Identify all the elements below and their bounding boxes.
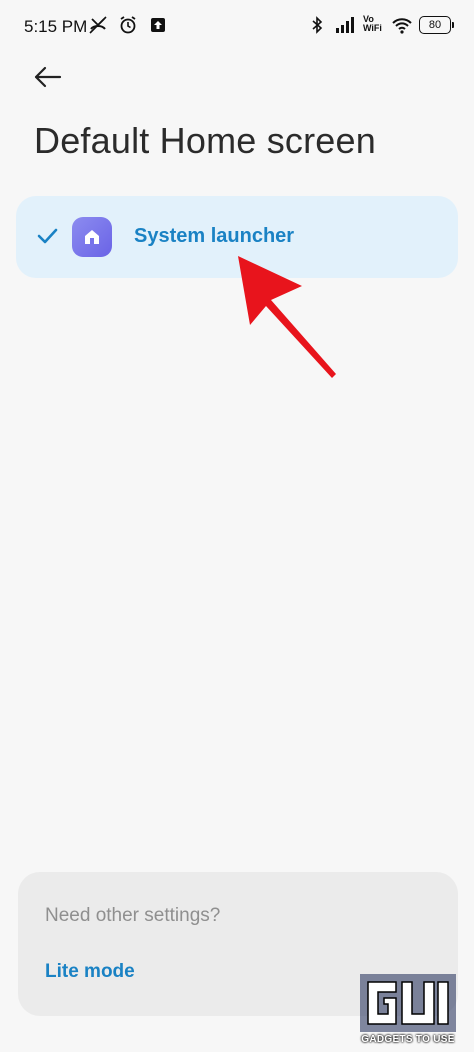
alarm-icon bbox=[118, 15, 138, 35]
status-time: 5:15 PM bbox=[24, 17, 88, 36]
watermark-caption: GADGETS TO USE bbox=[361, 1034, 455, 1045]
gu-logo-icon bbox=[360, 974, 456, 1032]
home-icon bbox=[72, 217, 112, 257]
battery-indicator: 80 bbox=[419, 16, 454, 34]
status-left-icons bbox=[88, 15, 168, 35]
volte-icon: Vo WiFi bbox=[363, 15, 383, 35]
gadgets-to-use-watermark: GADGETS TO USE bbox=[358, 972, 458, 1050]
signal-icon bbox=[335, 15, 355, 35]
lite-mode-link[interactable]: Lite mode bbox=[45, 961, 135, 983]
battery-level: 80 bbox=[419, 16, 451, 34]
bluetooth-icon bbox=[307, 15, 327, 35]
wifi-icon bbox=[391, 15, 412, 35]
upload-icon bbox=[148, 15, 168, 35]
volte-label: Vo WiFi bbox=[363, 14, 382, 33]
status-right-icons: Vo WiFi 80 bbox=[307, 15, 454, 35]
missed-call-icon bbox=[88, 15, 108, 35]
other-settings-prompt: Need other settings? bbox=[45, 905, 221, 926]
battery-tip bbox=[452, 22, 454, 28]
launcher-label: System launcher bbox=[134, 225, 295, 247]
status-bar: 5:15 PM Vo WiFi 80 bbox=[0, 0, 474, 56]
back-button[interactable] bbox=[30, 62, 66, 92]
back-arrow-icon bbox=[34, 66, 62, 88]
checkmark-icon bbox=[36, 225, 58, 247]
page-title: Default Home screen bbox=[34, 120, 376, 161]
launcher-option-system[interactable]: System launcher bbox=[16, 196, 458, 278]
